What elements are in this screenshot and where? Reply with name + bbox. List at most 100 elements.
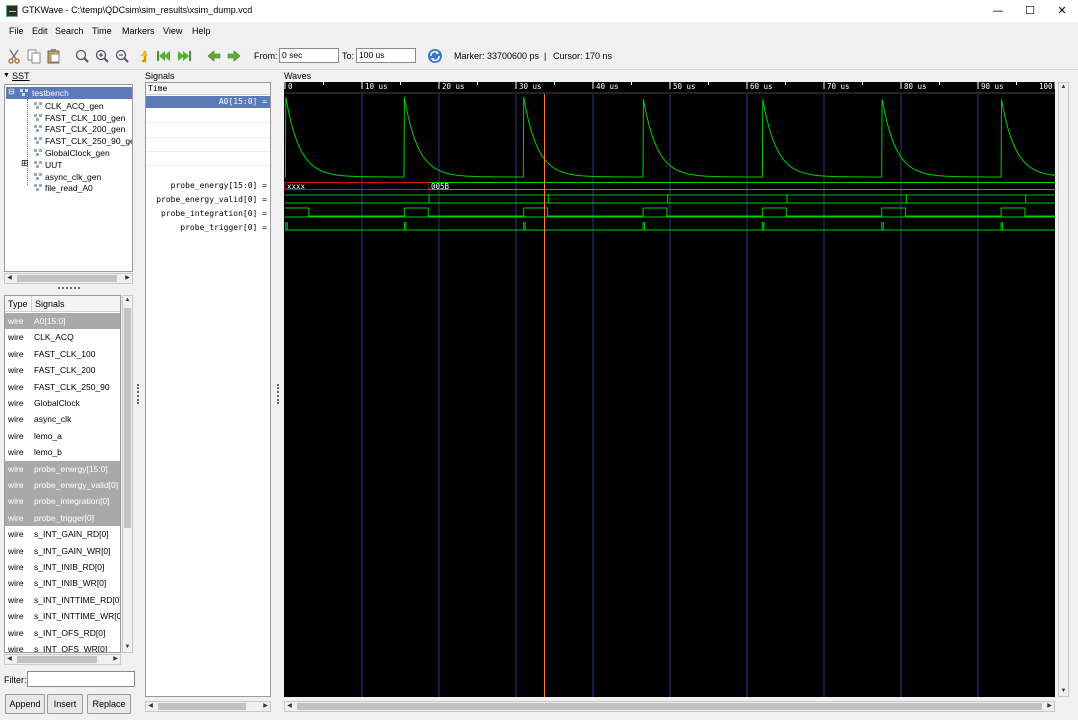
signal-name: GlobalClock <box>34 398 80 408</box>
signal-list-row[interactable]: wire s_INT_INIB_WR[0] <box>5 575 120 591</box>
signal-name: async_clk <box>34 414 72 425</box>
filter-input[interactable] <box>27 671 135 687</box>
collapse-triangle-icon[interactable]: ▼ <box>3 72 10 79</box>
scroll-thumb[interactable] <box>124 308 131 528</box>
signal-list-row[interactable]: wire FAST_CLK_250_90 <box>5 379 120 395</box>
signal-list-row[interactable]: wire CLK_ACQ <box>5 329 120 345</box>
signal-list-row[interactable]: wire s_INT_OFS_RD[0] <box>5 625 120 641</box>
signal-name: FAST_CLK_100 <box>34 348 96 359</box>
scroll-right-icon[interactable]: ▶ <box>261 702 270 711</box>
close-button[interactable]: ✕ <box>1046 0 1078 22</box>
signal-list-row[interactable]: wire probe_trigger[0] <box>5 509 120 527</box>
page-left-icon[interactable] <box>206 48 222 64</box>
waveform-canvas[interactable]: xxxx 005B <box>284 82 1055 697</box>
paste-icon[interactable] <box>46 48 62 64</box>
jump-to-end-icon[interactable] <box>176 48 192 64</box>
tree-collapse-icon[interactable]: ⊟ <box>8 87 15 96</box>
scroll-left-icon[interactable]: ◀ <box>146 702 155 711</box>
scroll-right-icon[interactable]: ▶ <box>123 274 132 283</box>
signal-list-row[interactable]: wire A0[15:0] <box>5 313 120 330</box>
menu-search[interactable]: Search <box>55 26 84 36</box>
scroll-thumb[interactable] <box>17 656 97 663</box>
signal-list-hscrollbar[interactable]: ◀ ▶ <box>4 654 121 665</box>
scroll-right-icon[interactable]: ▶ <box>111 655 120 664</box>
page-right-icon[interactable] <box>226 48 242 64</box>
waves-vscrollbar[interactable]: ▲ ▼ <box>1058 82 1069 697</box>
signal-name-probe-energy-valid[interactable]: probe_energy_valid[0] = <box>146 193 270 206</box>
minimize-button[interactable]: — <box>982 0 1014 22</box>
cut-icon[interactable] <box>6 48 22 64</box>
probe-energy-value: 005B <box>431 182 450 191</box>
signal-list-row[interactable]: wire probe_energy_valid[0] <box>5 477 120 494</box>
signal-list-row[interactable]: wire FAST_CLK_100 <box>5 346 120 362</box>
signal-name-probe-trigger[interactable]: probe_trigger[0] = <box>146 221 270 234</box>
signal-list-row[interactable]: wire s_INT_INTTIME_RD[0] <box>5 592 120 608</box>
signals-hscrollbar[interactable]: ◀ ▶ <box>145 701 271 712</box>
pane-splitter[interactable] <box>137 384 140 404</box>
menu-edit[interactable]: Edit <box>32 26 48 36</box>
column-header-type[interactable]: Type <box>5 296 32 312</box>
scroll-up-icon[interactable]: ▲ <box>1059 83 1068 92</box>
signal-list-row[interactable]: wire s_INT_INTTIME_WR[0] <box>5 608 121 624</box>
sst-header[interactable]: ▼ SST <box>2 71 134 84</box>
scroll-thumb[interactable] <box>158 703 246 710</box>
pane-splitter[interactable] <box>58 287 80 289</box>
scroll-right-icon[interactable]: ▶ <box>1045 702 1054 711</box>
menu-view[interactable]: View <box>163 26 182 36</box>
append-button[interactable]: Append <box>5 694 45 714</box>
signal-list-row[interactable]: wire async_clk <box>5 411 120 427</box>
menu-file[interactable]: File <box>9 26 24 36</box>
signal-list-row[interactable]: wire s_INT_GAIN_WR[0] <box>5 543 120 559</box>
waveform-viewer[interactable]: 0 10 us 20 us 30 us 40 us 50 us 60 us 70 us 80 u… <box>284 82 1055 697</box>
jump-to-start-icon[interactable] <box>156 48 172 64</box>
scroll-up-icon[interactable]: ▲ <box>123 296 132 305</box>
gtkwave-app-icon <box>6 5 18 17</box>
replace-button[interactable]: Replace <box>87 694 131 714</box>
signal-type: wire <box>8 562 24 572</box>
signal-list-row[interactable]: wire s_INT_GAIN_RD[0] <box>5 526 120 542</box>
maximize-button[interactable]: ☐ <box>1014 0 1046 22</box>
signal-list-row[interactable]: wire probe_energy[15:0] <box>5 460 120 477</box>
signal-list-vscrollbar[interactable]: ▲ ▼ <box>122 295 133 653</box>
signal-name-probe-energy[interactable]: probe_energy[15:0] = <box>146 179 270 192</box>
undo-zoom-icon[interactable] <box>136 48 152 64</box>
scroll-down-icon[interactable]: ▼ <box>123 643 132 652</box>
tree-expand-icon[interactable]: ⊞ <box>21 158 29 169</box>
signal-list-row[interactable]: wire probe_integration[0] <box>5 493 120 510</box>
signal-list-row[interactable]: wire lemo_b <box>5 444 120 460</box>
zoom-out-icon[interactable] <box>114 48 130 64</box>
zoom-fit-icon[interactable] <box>74 48 90 64</box>
scroll-thumb[interactable] <box>17 275 117 282</box>
to-time-input[interactable]: 100 us <box>356 48 416 63</box>
signal-list-row[interactable]: wire s_INT_INIB_RD[0] <box>5 559 120 575</box>
signal-type: wire <box>8 414 24 425</box>
menu-time[interactable]: Time <box>92 26 112 36</box>
reload-icon[interactable] <box>427 48 443 64</box>
signal-list-row[interactable]: wire s_INT_OFS_WR[0] <box>5 641 120 652</box>
signal-name: s_INT_INTTIME_WR[0] <box>34 611 121 622</box>
time-row-label: Time <box>146 83 270 95</box>
pane-splitter[interactable] <box>277 384 280 404</box>
signal-name-a0[interactable]: A0[15:0] = <box>146 96 270 108</box>
scroll-left-icon[interactable]: ◀ <box>285 702 294 711</box>
scroll-thumb[interactable] <box>297 703 1042 710</box>
scroll-left-icon[interactable]: ◀ <box>5 655 14 664</box>
signal-list-row[interactable]: wire FAST_CLK_200 <box>5 362 120 378</box>
zoom-in-icon[interactable] <box>94 48 110 64</box>
from-time-input[interactable]: 0 sec <box>279 48 339 63</box>
menu-markers[interactable]: Markers <box>122 26 155 36</box>
column-header-signals[interactable]: Signals <box>32 296 120 312</box>
module-icon <box>34 161 42 168</box>
menu-help[interactable]: Help <box>192 26 211 36</box>
tree-item-testbench[interactable]: ⊟ testbench <box>6 87 132 99</box>
insert-button[interactable]: Insert <box>47 694 83 714</box>
scroll-down-icon[interactable]: ▼ <box>1059 687 1068 696</box>
signal-name-probe-integration[interactable]: probe_integration[0] = <box>146 207 270 220</box>
signal-list-row[interactable]: wire GlobalClock <box>5 395 120 411</box>
cursor-readout: Cursor: 170 ns <box>553 51 613 61</box>
sst-tree-hscrollbar[interactable]: ◀ ▶ <box>4 273 133 284</box>
waves-hscrollbar[interactable]: ◀ ▶ <box>284 701 1055 712</box>
copy-icon[interactable] <box>26 48 42 64</box>
signal-list-row[interactable]: wire lemo_a <box>5 428 120 444</box>
scroll-left-icon[interactable]: ◀ <box>5 274 14 283</box>
